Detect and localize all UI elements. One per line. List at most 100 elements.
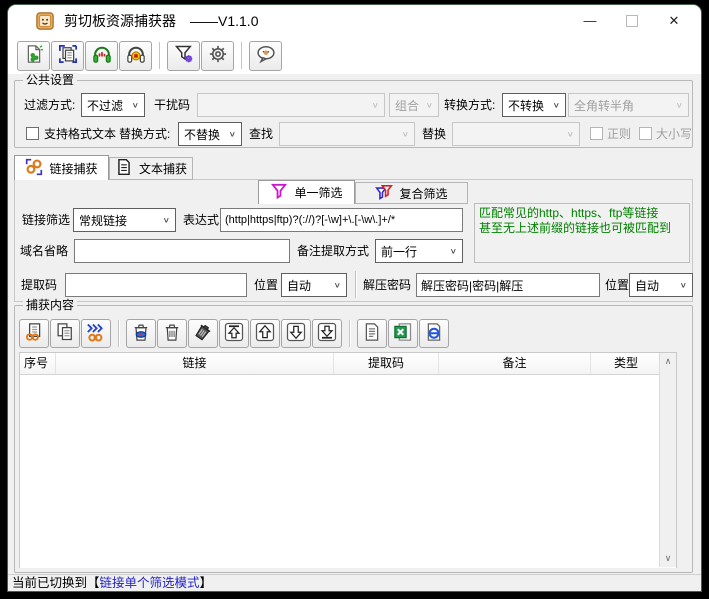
convert-mode-value: 不转换	[508, 98, 545, 113]
move-down-button[interactable]	[281, 319, 311, 348]
tab-link-capture[interactable]: 链接捕获	[14, 155, 109, 180]
filter-mode-select[interactable]: 不过滤 ∨	[81, 93, 145, 117]
export-text-button[interactable]	[357, 319, 387, 348]
minimize-button[interactable]: —	[569, 6, 611, 35]
rich-text-checkbox[interactable]	[26, 127, 39, 140]
arrow-top-icon	[224, 322, 244, 345]
extract-code-label: 提取码	[21, 278, 58, 292]
combine-value: 组合	[395, 98, 420, 113]
open-links-button[interactable]	[81, 319, 111, 348]
combine-select[interactable]: 组合 ∨	[389, 93, 439, 117]
domain-omit-label: 域名省略	[20, 244, 69, 258]
table-body	[20, 375, 676, 568]
move-bottom-button[interactable]	[312, 319, 342, 348]
position1-select[interactable]: 自动 ∨	[281, 273, 347, 297]
copy-pages-icon	[55, 322, 75, 345]
regex-checkbox[interactable]	[590, 127, 603, 140]
filter-mode-label: 过滤方式:	[24, 98, 76, 112]
monitor-on-button[interactable]	[85, 40, 118, 71]
chevron-down-icon: ∨	[552, 100, 560, 110]
new-document-button[interactable]	[17, 40, 50, 71]
copy-all-button[interactable]	[50, 319, 80, 348]
tab-link-capture-label: 链接捕获	[49, 161, 98, 176]
export-html-button[interactable]	[419, 319, 449, 348]
settings-button[interactable]	[201, 40, 234, 71]
chevron-down-icon: ∨	[449, 246, 457, 256]
column-header-link[interactable]: 链接	[56, 353, 334, 374]
noise-code-select[interactable]: ∨	[197, 93, 385, 117]
unzip-password-label: 解压密码	[363, 278, 412, 292]
move-top-button[interactable]	[219, 319, 249, 348]
arrow-bottom-icon	[317, 322, 337, 345]
column-header-index[interactable]: 序号	[20, 353, 56, 374]
clear-all-button[interactable]	[188, 319, 218, 348]
regex-hint-box: 匹配常见的http、https、ftp等链接 甚至无上述前缀的链接也可被匹配到	[474, 203, 690, 263]
convert-mode-select[interactable]: 不转换 ∨	[502, 93, 566, 117]
funnel-single-icon	[270, 182, 294, 203]
tab-composite-filter-label: 复合筛选	[399, 186, 448, 201]
monitor-off-button[interactable]	[119, 40, 152, 71]
screen: { "titlebar": { "app_name": "剪切板资源捕获器", …	[0, 0, 709, 599]
position2-select[interactable]: 自动 ∨	[629, 273, 693, 297]
copy-link-button[interactable]	[19, 319, 49, 348]
domain-omit-input[interactable]	[74, 239, 290, 263]
chevron-down-icon: ∨	[401, 129, 409, 139]
chevron-down-icon: ∨	[131, 100, 139, 110]
chevron-down-icon: ∨	[228, 129, 236, 139]
capture-toolbar	[19, 319, 450, 348]
width-convert-select[interactable]: 全角转半角 ∨	[568, 93, 689, 117]
status-suffix: 】	[199, 576, 213, 590]
link-filter-select[interactable]: 常规链接 ∨	[73, 208, 176, 232]
delete-link-button[interactable]	[126, 319, 156, 348]
new-document-icon	[24, 44, 44, 67]
close-button[interactable]: ✕	[653, 6, 695, 35]
replace-select[interactable]: ∨	[452, 122, 580, 146]
move-up-button[interactable]	[250, 319, 280, 348]
column-header-note[interactable]: 备注	[439, 353, 591, 374]
monitor-off-icon	[126, 44, 146, 67]
unzip-password-input[interactable]	[416, 273, 600, 297]
arrow-down-icon	[286, 322, 306, 345]
chevron-down-icon: ∨	[679, 280, 687, 290]
find-label: 查找	[249, 127, 274, 141]
paste-copy-button[interactable]	[51, 40, 84, 71]
capture-content-title: 捕获内容	[23, 298, 78, 312]
chevron-down-icon: ∨	[675, 100, 683, 110]
status-prefix: 当前已切换到【	[12, 576, 100, 590]
maximize-icon	[626, 14, 638, 27]
delete-row-button[interactable]	[157, 319, 187, 348]
about-message-button[interactable]	[249, 40, 282, 71]
scroll-down-arrow[interactable]: ∨	[660, 550, 676, 567]
position1-value: 自动	[287, 278, 312, 293]
width-convert-value: 全角转半角	[574, 98, 635, 113]
titlebar: 剪切板资源捕获器 ——V1.1.0 — ✕	[8, 5, 701, 37]
extract-code-input[interactable]	[65, 273, 247, 297]
toolbar-separator	[349, 320, 351, 347]
case-checkbox[interactable]	[639, 127, 652, 140]
text-file-icon	[362, 322, 382, 345]
find-select[interactable]: ∨	[279, 122, 415, 146]
paste-copy-icon	[58, 44, 78, 67]
window-chrome: 剪切板资源捕获器 ——V1.1.0 — ✕	[8, 5, 701, 74]
status-mode: 链接单个筛选模式	[99, 576, 200, 590]
chevron-down-icon: ∨	[371, 100, 379, 110]
maximize-button[interactable]	[611, 6, 653, 35]
replace-mode-select[interactable]: 不替换 ∨	[178, 122, 242, 146]
app-icon	[35, 11, 55, 31]
window-title: 剪切板资源捕获器 ——V1.1.0	[64, 11, 258, 31]
export-excel-button[interactable]	[388, 319, 418, 348]
vertical-scrollbar[interactable]: ∧ ∨	[659, 353, 676, 567]
column-header-code[interactable]: 提取码	[334, 353, 439, 374]
chevron-down-icon: ∨	[425, 100, 433, 110]
note-mode-select[interactable]: 前一行 ∨	[375, 239, 463, 263]
tab-composite-filter[interactable]: 复合筛选	[355, 182, 468, 204]
table-header-row: 序号 链接 提取码 备注 类型	[20, 353, 676, 375]
scroll-up-arrow[interactable]: ∧	[660, 353, 676, 370]
expression-input[interactable]	[220, 208, 463, 232]
tab-single-filter[interactable]: 单一筛选	[258, 180, 355, 204]
tab-text-capture[interactable]: 文本捕获	[109, 157, 193, 180]
filter-settings-button[interactable]	[167, 40, 200, 71]
hint-line-2: 甚至无上述前缀的链接也可被匹配到	[479, 221, 672, 235]
column-header-type[interactable]: 类型	[591, 353, 661, 374]
regex-checkbox-label: 正则	[607, 127, 632, 141]
